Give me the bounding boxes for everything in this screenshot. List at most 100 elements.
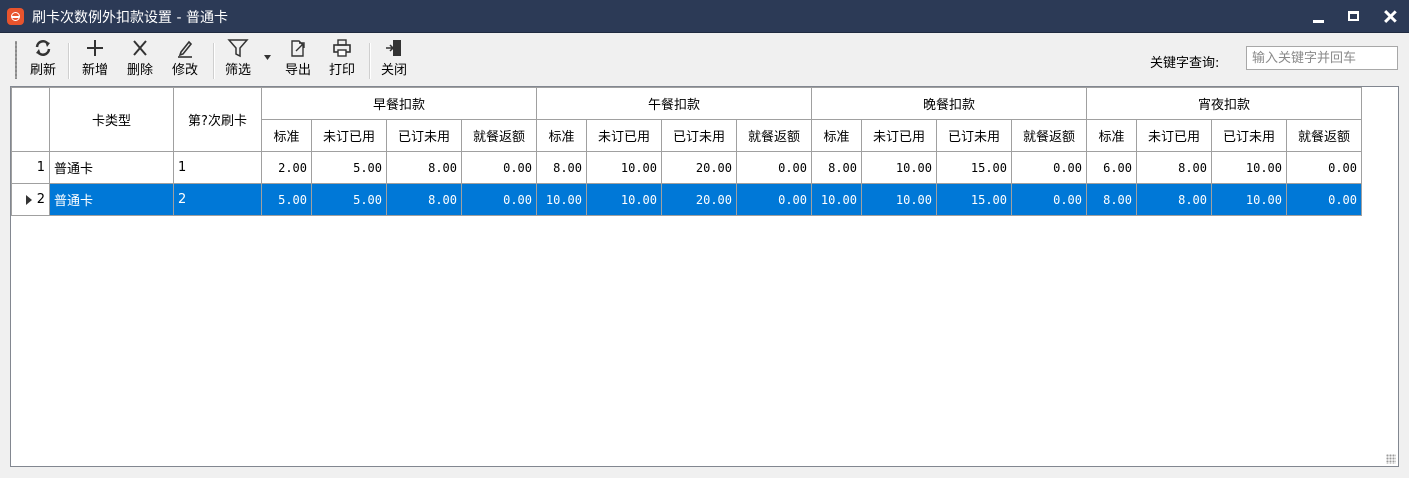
group-header-night-snack: 宵夜扣款 (1086, 87, 1362, 120)
plus-icon (87, 40, 103, 56)
column-header-unbooked-used[interactable]: 未订已用 (586, 119, 662, 152)
cell-swipe-no[interactable]: 1 (173, 151, 262, 184)
row-header[interactable]: 2 (11, 183, 50, 216)
cell-amount[interactable]: 8.00 (536, 151, 587, 184)
pencil-icon (178, 40, 193, 58)
export-button[interactable]: 导出 (281, 38, 315, 82)
column-header-booked-unused[interactable]: 已订未用 (661, 119, 737, 152)
column-header-booked-unused[interactable]: 已订未用 (936, 119, 1012, 152)
filter-dropdown-icon[interactable] (264, 55, 272, 61)
cell-amount[interactable]: 10.00 (1211, 183, 1287, 216)
export-icon (291, 40, 305, 57)
cell-amount[interactable]: 5.00 (311, 151, 387, 184)
cell-amount[interactable]: 20.00 (661, 183, 737, 216)
cell-amount[interactable]: 6.00 (1086, 151, 1137, 184)
cell-swipe-no[interactable]: 2 (173, 183, 262, 216)
filter-funnel-icon (227, 39, 249, 58)
column-header-standard[interactable]: 标准 (1086, 119, 1137, 152)
cell-amount[interactable]: 2.00 (261, 151, 312, 184)
edit-button[interactable]: 修改 (166, 38, 204, 82)
cell-amount[interactable]: 8.00 (1136, 151, 1212, 184)
delete-x-icon (133, 40, 147, 56)
search-input[interactable] (1246, 46, 1398, 70)
export-label: 导出 (284, 63, 311, 78)
cell-amount[interactable]: 0.00 (736, 183, 812, 216)
column-header-standard[interactable]: 标准 (261, 119, 312, 152)
column-header-card-type[interactable]: 卡类型 (49, 87, 174, 152)
group-header-dinner: 晚餐扣款 (811, 87, 1087, 120)
cell-amount[interactable]: 0.00 (1011, 183, 1087, 216)
minimize-button[interactable] (1300, 0, 1336, 32)
cell-amount[interactable]: 8.00 (386, 183, 462, 216)
resize-grip[interactable] (1386, 454, 1396, 464)
add-button[interactable]: 新增 (76, 38, 114, 82)
toolbar: 刷新 新增 删除 修改 筛选 导出 打印 关闭 关键字查询: 输入关键字并回车 (0, 33, 1409, 85)
cell-amount[interactable]: 0.00 (461, 151, 537, 184)
refresh-button[interactable]: 刷新 (24, 38, 62, 82)
cell-amount[interactable]: 10.00 (1211, 151, 1287, 184)
cell-amount[interactable]: 15.00 (936, 183, 1012, 216)
cell-amount[interactable]: 20.00 (661, 151, 737, 184)
maximize-button[interactable] (1336, 0, 1372, 32)
cell-amount[interactable]: 15.00 (936, 151, 1012, 184)
column-header-unbooked-used[interactable]: 未订已用 (311, 119, 387, 152)
filter-button[interactable]: 筛选 (220, 38, 256, 82)
column-header-unbooked-used[interactable]: 未订已用 (861, 119, 937, 152)
cell-amount[interactable]: 10.00 (536, 183, 587, 216)
column-header-standard[interactable]: 标准 (536, 119, 587, 152)
cell-amount[interactable]: 10.00 (586, 151, 662, 184)
cell-amount[interactable]: 0.00 (1286, 183, 1362, 216)
column-header-meal-refund[interactable]: 就餐返额 (1011, 119, 1087, 152)
close-button[interactable]: 关闭 (375, 38, 413, 82)
close-label: 关闭 (380, 63, 407, 78)
cell-card-type[interactable]: 普通卡 (49, 151, 174, 184)
table-row[interactable]: 1 普通卡 1 2.00 5.00 8.00 0.00 8.00 10.00 20.00 0.00 8… (11, 151, 1362, 184)
cell-amount[interactable]: 0.00 (1011, 151, 1087, 184)
edit-label: 修改 (171, 63, 198, 78)
cell-amount[interactable]: 10.00 (586, 183, 662, 216)
current-row-arrow-icon (25, 194, 32, 205)
cell-amount[interactable]: 10.00 (811, 183, 862, 216)
row-number: 1 (36, 160, 45, 175)
toolbar-separator (68, 43, 70, 79)
column-header-unbooked-used[interactable]: 未订已用 (1136, 119, 1212, 152)
column-header-swipe-no[interactable]: 第?次刷卡 (173, 87, 262, 152)
app-icon (7, 8, 24, 25)
close-window-button[interactable] (1372, 0, 1408, 32)
cell-amount[interactable]: 0.00 (461, 183, 537, 216)
cell-amount[interactable]: 10.00 (861, 183, 937, 216)
column-header-booked-unused[interactable]: 已订未用 (1211, 119, 1287, 152)
title-bar: 刷卡次数例外扣款设置 - 普通卡 (0, 0, 1409, 33)
cell-card-type[interactable]: 普通卡 (49, 183, 174, 216)
toolbar-separator (369, 43, 371, 79)
add-label: 新增 (81, 63, 108, 78)
cell-amount[interactable]: 8.00 (386, 151, 462, 184)
column-header-meal-refund[interactable]: 就餐返额 (461, 119, 537, 152)
cell-amount[interactable]: 0.00 (1286, 151, 1362, 184)
table-row[interactable]: 2 普通卡 2 5.00 5.00 8.00 0.00 10.00 10.00 20.00 0.00… (11, 183, 1362, 216)
column-header-standard[interactable]: 标准 (811, 119, 862, 152)
cell-amount[interactable]: 5.00 (261, 183, 312, 216)
cell-amount[interactable]: 10.00 (861, 151, 937, 184)
search-label: 关键字查询: (1150, 56, 1220, 71)
cell-amount[interactable]: 8.00 (1086, 183, 1137, 216)
row-number: 2 (36, 192, 45, 207)
printer-icon (333, 39, 351, 57)
print-button[interactable]: 打印 (325, 38, 359, 82)
row-header[interactable]: 1 (11, 151, 50, 184)
cell-amount[interactable]: 5.00 (311, 183, 387, 216)
toolbar-grip[interactable] (15, 41, 17, 79)
cell-amount[interactable]: 8.00 (1136, 183, 1212, 216)
column-header-meal-refund[interactable]: 就餐返额 (736, 119, 812, 152)
grid-body: 1 普通卡 1 2.00 5.00 8.00 0.00 8.00 10.00 20.00 0.00 8… (11, 151, 1362, 216)
cell-amount[interactable]: 8.00 (811, 151, 862, 184)
row-header-corner (11, 87, 50, 152)
column-header-booked-unused[interactable]: 已订未用 (386, 119, 462, 152)
group-header-breakfast: 早餐扣款 (261, 87, 537, 120)
delete-button[interactable]: 删除 (122, 38, 158, 82)
column-header-meal-refund[interactable]: 就餐返额 (1286, 119, 1362, 152)
cell-amount[interactable]: 0.00 (736, 151, 812, 184)
toolbar-separator (213, 43, 215, 79)
exit-door-icon (386, 40, 401, 56)
window-title: 刷卡次数例外扣款设置 - 普通卡 (32, 10, 228, 26)
